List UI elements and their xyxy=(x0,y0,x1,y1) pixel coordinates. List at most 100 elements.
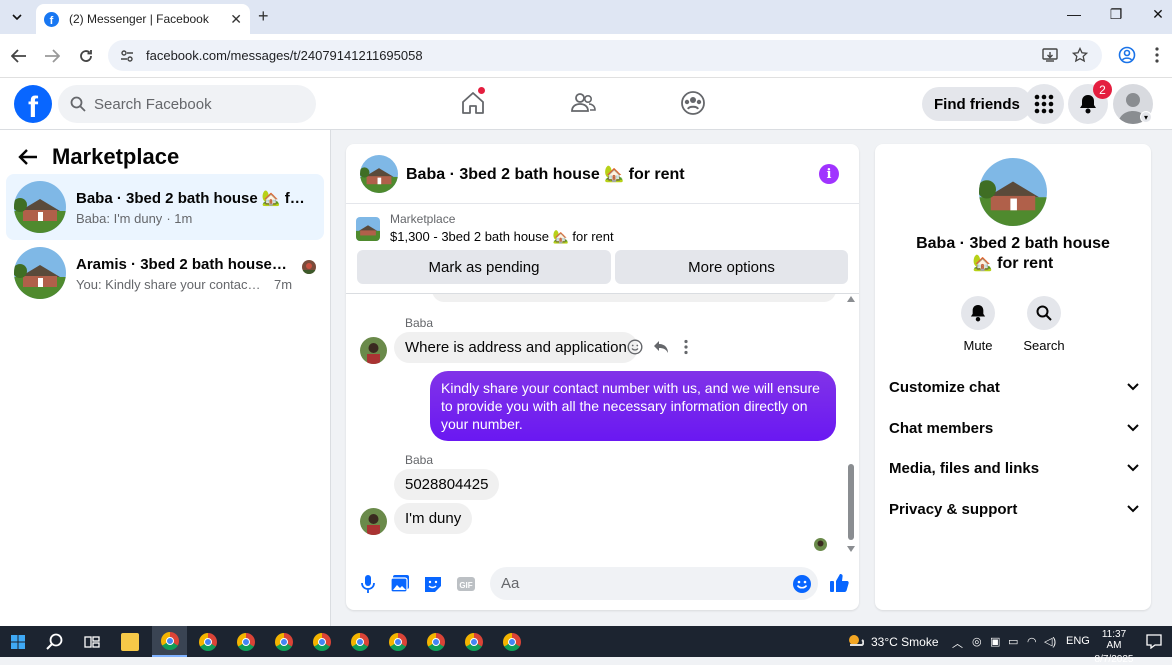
sticky-notes-icon[interactable] xyxy=(118,630,142,654)
chat-title[interactable]: Baba · 3bed 2 bath house 🏡 for rent xyxy=(406,164,685,184)
chrome-taskbar-item[interactable] xyxy=(234,630,258,654)
scroll-down-icon[interactable] xyxy=(847,546,855,552)
task-view-icon[interactable] xyxy=(80,630,104,654)
restore-icon[interactable]: ❐ xyxy=(1106,6,1126,23)
chrome-taskbar-item[interactable] xyxy=(462,630,486,654)
chevron-down-icon xyxy=(1127,464,1139,472)
tab-search-dropdown[interactable] xyxy=(6,6,28,28)
window-close-icon[interactable]: ✕ xyxy=(1148,6,1168,23)
chrome-taskbar-item[interactable] xyxy=(348,630,372,654)
chrome-taskbar-item[interactable] xyxy=(500,630,524,654)
media-files-links-row[interactable]: Media, files and links xyxy=(889,450,1139,486)
sticker-icon[interactable] xyxy=(423,574,443,594)
back-arrow-icon[interactable] xyxy=(18,148,38,166)
chrome-taskbar-active[interactable] xyxy=(152,626,187,657)
read-receipt-avatar xyxy=(814,538,827,551)
volume-icon[interactable]: ◁) xyxy=(1044,635,1056,648)
reply-icon[interactable] xyxy=(653,339,669,355)
site-info-icon[interactable] xyxy=(120,49,134,63)
facebook-search[interactable] xyxy=(58,85,316,123)
house-thumbnail[interactable] xyxy=(360,154,398,193)
chrome-taskbar-item[interactable] xyxy=(386,630,410,654)
gif-icon[interactable]: GIF xyxy=(456,574,476,594)
mute-button[interactable]: Mute xyxy=(948,296,1008,353)
mark-as-pending-button[interactable]: Mark as pending xyxy=(357,250,611,284)
facebook-logo-icon[interactable]: f xyxy=(14,85,52,123)
incoming-message[interactable]: 5028804425 xyxy=(394,469,500,500)
chrome-taskbar-item[interactable] xyxy=(272,630,296,654)
search-conversation-button[interactable]: Search xyxy=(1014,296,1074,353)
conversation-item[interactable]: Aramis · 3bed 2 bath house 🏡 f... You: K… xyxy=(6,240,324,306)
tray-network-icon[interactable]: ▣ xyxy=(990,635,1000,648)
wifi-icon[interactable]: ◠ xyxy=(1027,635,1037,648)
chrome-taskbar-item[interactable] xyxy=(424,630,448,654)
privacy-support-row[interactable]: Privacy & support xyxy=(889,491,1139,527)
back-icon[interactable] xyxy=(9,46,29,66)
windows-taskbar: 33°C Smoke ︿ ◎ ▣ ▭ ◠ ◁) ENG 11:37 AM 8/7… xyxy=(0,626,1172,665)
conversation-item[interactable]: Baba · 3bed 2 bath house 🏡 for re... Bab… xyxy=(6,174,324,240)
menu-button[interactable] xyxy=(1024,84,1064,124)
chrome-taskbar-item[interactable] xyxy=(196,630,220,654)
message-input[interactable] xyxy=(490,567,818,600)
notification-center-icon[interactable] xyxy=(1146,634,1162,649)
account-chevron-icon[interactable]: ▾ xyxy=(1140,111,1152,123)
incoming-message[interactable]: I'm duny xyxy=(394,503,473,534)
customize-chat-row[interactable]: Customize chat xyxy=(889,369,1139,405)
search-icon xyxy=(1036,305,1052,321)
install-app-icon[interactable] xyxy=(1042,47,1058,63)
tray-expand-icon[interactable]: ︿ xyxy=(952,635,963,651)
weather-text[interactable]: 33°C Smoke xyxy=(871,635,939,649)
minimize-icon[interactable]: — xyxy=(1064,6,1084,22)
address-bar[interactable]: facebook.com/messages/t/2407914121169505… xyxy=(108,40,1102,71)
reload-icon[interactable] xyxy=(76,46,96,66)
listing-summary[interactable]: Marketplace $1,300 - 3bed 2 bath house 🏡… xyxy=(356,212,614,245)
search-input[interactable] xyxy=(94,95,294,113)
microphone-icon[interactable] xyxy=(358,574,378,594)
photo-icon[interactable] xyxy=(390,574,410,594)
browser-menu-icon[interactable] xyxy=(1154,46,1160,64)
notification-badge: 2 xyxy=(1093,80,1112,99)
chat-members-row[interactable]: Chat members xyxy=(889,410,1139,446)
new-tab-icon[interactable]: + xyxy=(258,6,269,27)
chrome-icon xyxy=(275,633,293,651)
chrome-taskbar-item[interactable] xyxy=(310,630,334,654)
profile-icon[interactable] xyxy=(1118,46,1136,64)
url-text: facebook.com/messages/t/2407914121169505… xyxy=(146,48,423,63)
chrome-icon xyxy=(465,633,483,651)
tab-close-icon[interactable]: ✕ xyxy=(230,11,242,28)
chrome-icon xyxy=(389,633,407,651)
weather-sun-icon[interactable] xyxy=(846,633,864,649)
scroll-up-icon[interactable] xyxy=(847,296,855,302)
chrome-icon xyxy=(351,633,369,651)
facebook-favicon-icon: f xyxy=(44,11,59,27)
outgoing-message[interactable]: Kindly share your contact number with us… xyxy=(430,371,836,441)
chevron-down-icon xyxy=(1127,383,1139,391)
bookmark-star-icon[interactable] xyxy=(1072,47,1088,63)
scrollbar-thumb[interactable] xyxy=(848,464,854,540)
friends-icon[interactable] xyxy=(570,90,596,116)
sender-avatar xyxy=(360,508,387,535)
chrome-icon xyxy=(313,633,331,651)
battery-icon[interactable]: ▭ xyxy=(1008,635,1018,648)
find-friends-button[interactable]: Find friends xyxy=(922,87,1032,121)
more-options-button[interactable]: More options xyxy=(615,250,848,284)
groups-icon[interactable] xyxy=(680,90,706,116)
tray-app-icon[interactable]: ◎ xyxy=(972,635,982,648)
clock[interactable]: 11:37 AM 8/7/2025 xyxy=(1094,629,1134,665)
more-actions-icon[interactable] xyxy=(684,339,688,355)
seen-avatar xyxy=(302,260,316,274)
taskbar-search-icon[interactable] xyxy=(43,630,67,654)
language-indicator[interactable]: ENG xyxy=(1066,635,1090,647)
browser-tab-bar: f (2) Messenger | Facebook ✕ + — ❐ ✕ xyxy=(0,0,1172,34)
conversation-details-panel: Baba · 3bed 2 bath house 🏡 for rent Mute… xyxy=(875,144,1151,610)
windows-start-icon[interactable] xyxy=(6,630,30,654)
info-icon[interactable]: i xyxy=(819,164,839,184)
react-emoji-icon[interactable] xyxy=(627,339,643,355)
forward-icon[interactable] xyxy=(42,46,62,66)
emoji-icon[interactable] xyxy=(792,574,812,594)
tab-title: (2) Messenger | Facebook xyxy=(69,12,209,26)
thumbs-up-icon[interactable] xyxy=(829,573,849,593)
incoming-message[interactable]: Where is address and application xyxy=(394,332,638,363)
browser-tab[interactable]: f (2) Messenger | Facebook ✕ xyxy=(36,4,250,34)
section-label: Chat members xyxy=(889,419,994,437)
